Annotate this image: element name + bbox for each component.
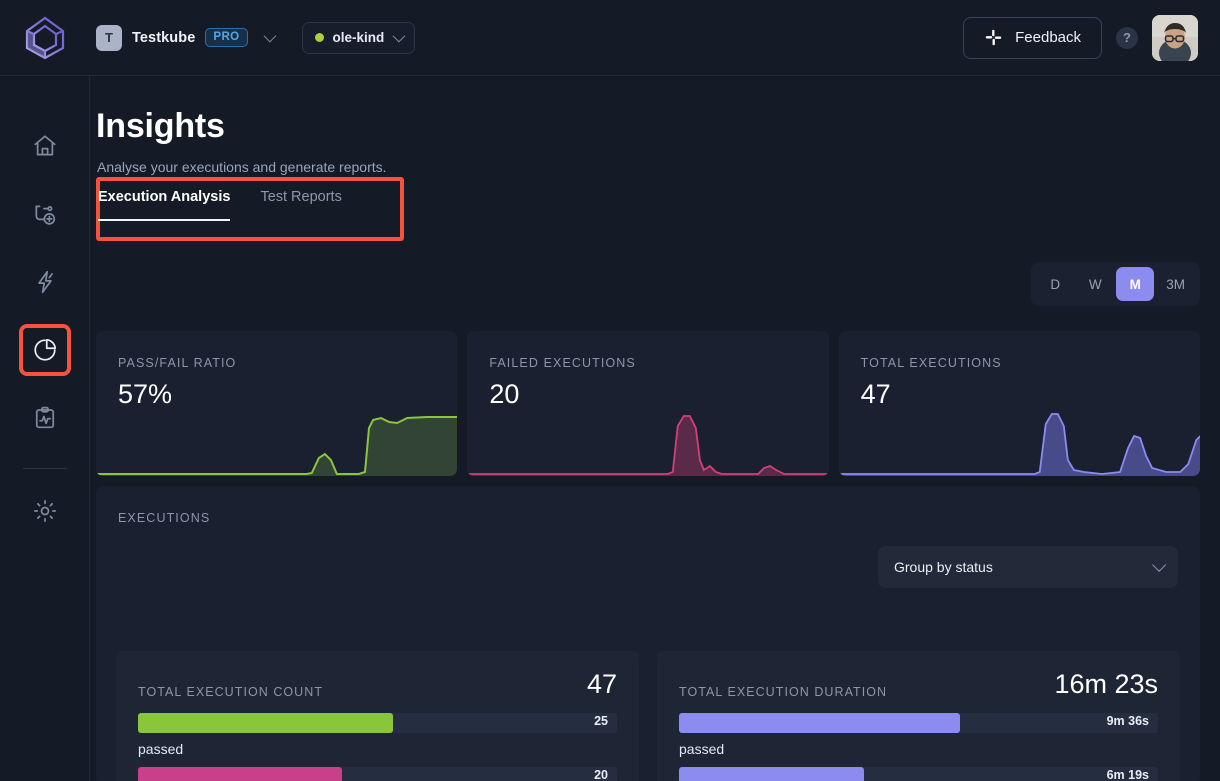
lightning-icon <box>37 270 53 294</box>
stat-card-failed-executions[interactable]: FAILED EXECUTIONS 20 <box>467 331 829 476</box>
cluster-name: ole-kind <box>332 30 385 45</box>
range-option-w[interactable]: W <box>1076 267 1114 301</box>
page-title: Insights <box>96 107 225 145</box>
range-option-3m[interactable]: 3M <box>1156 267 1195 301</box>
bar-track[interactable]: 9m 36s <box>679 713 1158 733</box>
sidebar-item-home[interactable] <box>19 120 71 172</box>
cluster-chevron-down-icon <box>392 29 406 43</box>
user-avatar[interactable] <box>1152 14 1198 61</box>
executions-panel: EXECUTIONS Group by status TOTAL EXECUTI… <box>96 486 1200 781</box>
metric-card-label: TOTAL EXECUTION COUNT <box>138 685 324 699</box>
time-range-switch: D W M 3M <box>1031 262 1200 306</box>
stat-card-label: FAILED EXECUTIONS <box>489 356 636 370</box>
bar-chart-execution-duration: 9m 36s passed 6m 19s failed 27s aborted <box>679 713 1158 781</box>
bar-fill-passed <box>138 713 393 733</box>
metric-card-execution-duration: TOTAL EXECUTION DURATION 16m 23s 9m 36s … <box>657 651 1180 781</box>
org-switcher[interactable]: T Testkube PRO <box>96 24 280 51</box>
bar-track[interactable]: 20 <box>138 767 617 781</box>
sidebar-item-status-pages[interactable] <box>19 392 71 444</box>
sidebar-item-triggers[interactable] <box>19 256 71 308</box>
group-by-select-value: Group by status <box>894 559 993 575</box>
app-logo[interactable] <box>0 0 90 76</box>
pro-badge: PRO <box>205 28 248 47</box>
sidebar-item-insights[interactable] <box>19 324 71 376</box>
bar-label-passed: passed <box>679 741 725 757</box>
help-circle-icon[interactable]: ? <box>1116 26 1138 49</box>
org-avatar: T <box>96 24 122 51</box>
bar-fill-failed <box>138 767 343 781</box>
insights-page: T Testkube PRO ole-kind Feedback ? Insig… <box>0 0 1220 781</box>
sidebar-item-tests[interactable] <box>19 188 71 240</box>
org-chevron-down-icon[interactable] <box>258 27 280 49</box>
metric-card-label: TOTAL EXECUTION DURATION <box>679 685 888 699</box>
user-avatar-image <box>1152 14 1198 61</box>
gear-icon <box>33 499 56 523</box>
failed-executions-sparkline <box>467 415 829 476</box>
pass-fail-ratio-sparkline <box>96 416 458 476</box>
top-bar: T Testkube PRO ole-kind Feedback ? <box>0 0 1220 76</box>
help-label: ? <box>1123 30 1131 45</box>
feedback-button[interactable]: Feedback <box>963 16 1102 59</box>
range-option-m[interactable]: M <box>1116 267 1155 301</box>
bar-value-passed: 9m 36s <box>1106 714 1149 728</box>
stat-card-pass-fail-ratio[interactable]: PASS/FAIL RATIO 57% <box>96 331 458 476</box>
cluster-selector[interactable]: ole-kind <box>301 21 416 54</box>
metric-card-total: 16m 23s <box>1054 669 1158 699</box>
tab-bar: Execution Analysis Test Reports <box>96 189 342 221</box>
executions-panel-title: EXECUTIONS <box>118 511 211 525</box>
stat-card-label: PASS/FAIL RATIO <box>118 356 237 370</box>
metric-card-total: 47 <box>586 669 617 699</box>
clipboard-chart-icon <box>35 406 54 429</box>
metric-card-header: TOTAL EXECUTION DURATION 16m 23s <box>679 669 1158 700</box>
chevron-down-icon <box>1152 557 1167 572</box>
range-option-d[interactable]: D <box>1036 267 1074 301</box>
sidebar-item-settings[interactable] <box>19 485 71 537</box>
metric-card-execution-count: TOTAL EXECUTION COUNT 47 25 passed 20 <box>116 651 639 781</box>
bar-fill-failed <box>679 767 864 781</box>
bar-chart-execution-count: 25 passed 20 failed 2 aborted <box>138 713 617 781</box>
stat-card-row: PASS/FAIL RATIO 57% FAILED EXECUTIONS 20… <box>96 331 1200 476</box>
green-status-dot-icon <box>314 33 324 42</box>
org-name: Testkube <box>132 29 196 46</box>
tab-test-reports[interactable]: Test Reports <box>260 189 341 221</box>
add-test-icon <box>34 205 55 225</box>
bar-value-failed: 6m 19s <box>1106 768 1149 781</box>
pie-chart-icon <box>33 338 56 361</box>
bar-value-failed: 20 <box>594 768 608 781</box>
home-icon <box>33 135 56 156</box>
tab-execution-analysis[interactable]: Execution Analysis <box>98 189 231 221</box>
metric-card-row: TOTAL EXECUTION COUNT 47 25 passed 20 TO… <box>116 651 1180 781</box>
group-by-select[interactable]: Group by status <box>878 546 1178 588</box>
sidebar-divider <box>22 468 67 469</box>
bar-track[interactable]: 25 <box>138 713 617 733</box>
page-subtitle: Analyse your executions and generate rep… <box>97 159 387 175</box>
total-executions-sparkline <box>838 413 1200 476</box>
slack-icon <box>985 29 1002 46</box>
stat-card-label: TOTAL EXECUTIONS <box>860 356 1002 370</box>
bar-fill-passed <box>679 713 960 733</box>
bar-value-passed: 25 <box>594 714 608 728</box>
bar-label-passed: passed <box>138 741 184 757</box>
testkube-cube-logo-icon <box>25 16 65 59</box>
metric-card-header: TOTAL EXECUTION COUNT 47 <box>138 669 617 700</box>
feedback-button-label: Feedback <box>1015 29 1081 46</box>
top-bar-actions: Feedback ? <box>963 14 1220 61</box>
sidebar <box>0 76 90 781</box>
stat-card-total-executions[interactable]: TOTAL EXECUTIONS 47 <box>838 331 1200 476</box>
main-content: Insights Analyse your executions and gen… <box>90 76 1220 781</box>
bar-track[interactable]: 6m 19s <box>679 767 1158 781</box>
